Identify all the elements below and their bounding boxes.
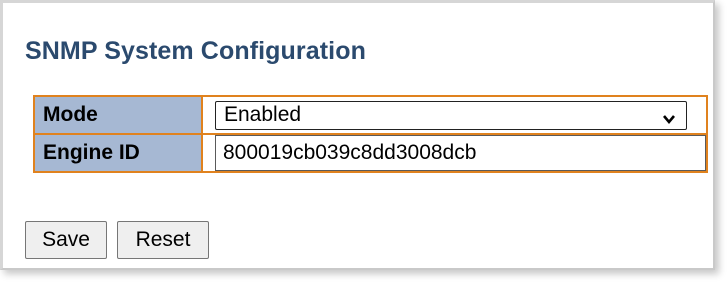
engine-id-cell: 800019cb039c8dd3008dcb bbox=[201, 133, 708, 173]
save-button[interactable]: Save bbox=[25, 221, 107, 259]
reset-button[interactable]: Reset bbox=[117, 221, 209, 259]
mode-cell: Enabled bbox=[201, 95, 708, 135]
table-row: Engine ID 800019cb039c8dd3008dcb bbox=[33, 133, 708, 173]
config-table: Mode Enabled Engine ID 800019cb039c8dd30… bbox=[33, 95, 708, 173]
table-row: Mode Enabled bbox=[33, 95, 708, 135]
mode-select[interactable]: Enabled bbox=[215, 100, 687, 130]
chevron-down-icon bbox=[662, 108, 676, 125]
engine-id-label: Engine ID bbox=[33, 133, 203, 173]
engine-id-input[interactable]: 800019cb039c8dd3008dcb bbox=[215, 135, 706, 171]
page-frame: SNMP System Configuration Mode Enabled E… bbox=[0, 0, 715, 270]
mode-label: Mode bbox=[33, 95, 203, 135]
page-title: SNMP System Configuration bbox=[25, 37, 366, 65]
mode-selected-value: Enabled bbox=[224, 103, 302, 126]
